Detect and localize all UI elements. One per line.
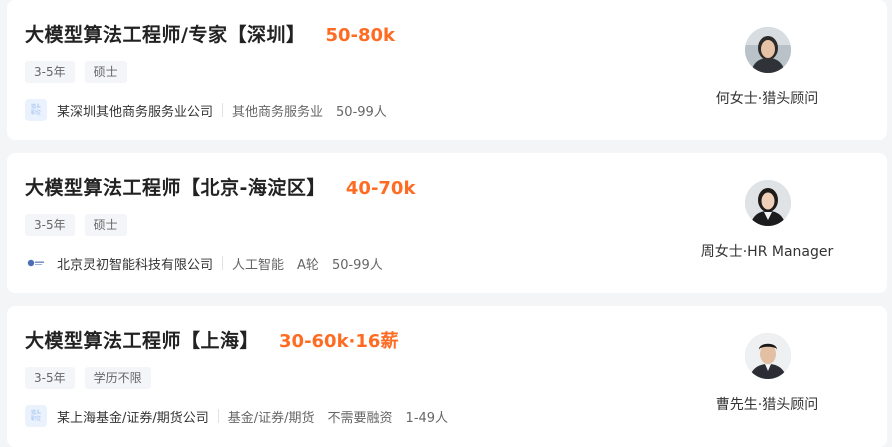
job-tags: 3-5年 硕士 xyxy=(25,61,127,83)
company-industry: 人工智能 xyxy=(232,257,285,273)
recruiter-avatar[interactable] xyxy=(745,180,791,226)
recruiter-name: 何女士·猎头顾问 xyxy=(715,91,819,107)
job-salary: 40-70k xyxy=(345,178,416,199)
recruiter-avatar[interactable] xyxy=(745,333,791,379)
job-card[interactable]: 大模型算法工程师/专家【深圳】 50-80k 3-5年 硕士 猎头 职位 某深圳… xyxy=(7,0,887,140)
recruiter-name: 曹先生·猎头顾问 xyxy=(715,397,819,413)
experience-tag: 3-5年 xyxy=(25,367,75,389)
placeholder-company-logo-icon: 猎头 职位 xyxy=(25,405,47,427)
brand-logo-graphic xyxy=(27,259,44,267)
company-name[interactable]: 北京灵初智能科技有限公司 xyxy=(57,254,213,273)
job-card[interactable]: 大模型算法工程师【上海】 30-60k·16薪 3-5年 学历不限 猎头 职位 … xyxy=(7,306,887,447)
job-card[interactable]: 大模型算法工程师【北京-海淀区】 40-70k 3-5年 硕士 北京灵初智能科技… xyxy=(7,153,887,293)
company-info: 猎头 职位 某上海基金/证券/期货公司 基金/证券/期货 不需要融资 1-49人 xyxy=(25,405,461,427)
education-tag: 学历不限 xyxy=(84,367,151,389)
recruiter-avatar[interactable] xyxy=(745,27,791,73)
lingchu-brand-logo-icon xyxy=(25,252,47,274)
job-tags: 3-5年 硕士 xyxy=(25,214,127,236)
company-info: 猎头 职位 某深圳其他商务服务业公司 其他商务服务业 50-99人 xyxy=(25,99,400,121)
job-title-row[interactable]: 大模型算法工程师【上海】 30-60k·16薪 xyxy=(25,326,398,353)
job-title-row[interactable]: 大模型算法工程师【北京-海淀区】 40-70k xyxy=(25,173,415,200)
recruiter-name: 周女士·HR Manager xyxy=(700,244,834,260)
man-avatar-photo xyxy=(745,333,791,379)
recruiter-info[interactable]: 何女士·猎头顾问 xyxy=(647,0,887,140)
logo-text: 猎头 职位 xyxy=(30,104,41,116)
job-title-row[interactable]: 大模型算法工程师/专家【深圳】 50-80k xyxy=(25,20,395,47)
company-size: 50-99人 xyxy=(331,257,383,273)
experience-tag: 3-5年 xyxy=(25,214,75,236)
company-funding: 不需要融资 xyxy=(327,410,393,426)
divider xyxy=(222,256,224,270)
job-title[interactable]: 大模型算法工程师【上海】 xyxy=(25,326,259,353)
company-info: 北京灵初智能科技有限公司 人工智能 A轮 50-99人 xyxy=(25,252,396,274)
company-funding: A轮 xyxy=(297,257,319,273)
company-size: 50-99人 xyxy=(336,104,387,120)
education-tag: 硕士 xyxy=(84,61,127,83)
job-title[interactable]: 大模型算法工程师/专家【深圳】 xyxy=(25,20,305,47)
job-title[interactable]: 大模型算法工程师【北京-海淀区】 xyxy=(25,173,326,200)
woman-avatar-photo xyxy=(745,180,791,226)
woman-avatar-photo xyxy=(745,27,791,73)
recruiter-info[interactable]: 曹先生·猎头顾问 xyxy=(647,306,887,447)
placeholder-company-logo-icon: 猎头 职位 xyxy=(25,99,47,121)
job-list: 大模型算法工程师/专家【深圳】 50-80k 3-5年 硕士 猎头 职位 某深圳… xyxy=(0,0,892,447)
experience-tag: 3-5年 xyxy=(25,61,75,83)
company-name[interactable]: 某上海基金/证券/期货公司 xyxy=(57,407,209,426)
job-tags: 3-5年 学历不限 xyxy=(25,367,151,389)
company-size: 1-49人 xyxy=(405,410,449,426)
company-industry: 其他商务服务业 xyxy=(232,104,324,120)
company-name[interactable]: 某深圳其他商务服务业公司 xyxy=(57,101,213,120)
recruiter-info[interactable]: 周女士·HR Manager xyxy=(647,153,887,293)
job-salary: 50-80k xyxy=(325,25,395,46)
job-salary: 30-60k·16薪 xyxy=(279,331,399,352)
divider xyxy=(217,409,219,423)
education-tag: 硕士 xyxy=(84,214,127,236)
company-industry: 基金/证券/期货 xyxy=(227,410,315,426)
divider xyxy=(222,103,224,117)
logo-text: 猎头 职位 xyxy=(30,410,41,422)
